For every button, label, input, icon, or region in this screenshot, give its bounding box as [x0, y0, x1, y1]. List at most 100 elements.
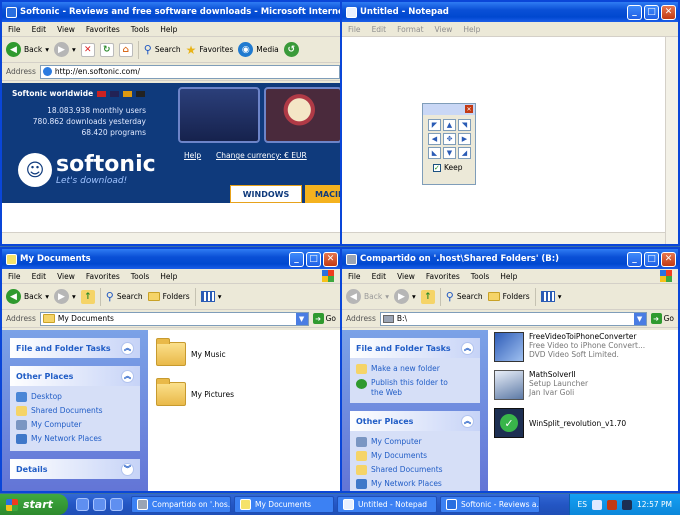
details-header[interactable]: Details ︾ — [10, 459, 140, 479]
close-icon[interactable]: ✕ — [465, 105, 473, 113]
network-tray-icon[interactable] — [592, 499, 602, 510]
search-button[interactable]: ⚲ Search — [446, 290, 483, 303]
arrow-down-right-icon[interactable]: ◢ — [458, 147, 471, 159]
home-icon[interactable]: ⌂ — [118, 42, 133, 57]
horizontal-scrollbar[interactable] — [2, 232, 340, 244]
chevron-up-icon[interactable]: ︽ — [461, 341, 474, 355]
ie-media-button[interactable]: ◉ Media — [238, 42, 279, 57]
ie-favorites-button[interactable]: ★ Favorites — [186, 43, 234, 57]
maximize-icon[interactable]: □ — [644, 251, 659, 267]
address-input[interactable]: B:\ ▼ — [379, 311, 647, 326]
mydocs-titlebar[interactable]: My Documents _ □ ✕ — [2, 249, 340, 269]
search-button[interactable]: ⚲ Search — [106, 290, 143, 303]
menu-help[interactable]: Help — [160, 272, 177, 281]
arrow-right-icon[interactable]: ▶ — [458, 133, 471, 145]
minimize-icon[interactable]: _ — [627, 4, 642, 20]
ie-search-button[interactable]: ⚲ Search — [144, 43, 181, 56]
back-button[interactable]: ◀ Back ▾ — [6, 289, 49, 304]
maximize-icon[interactable]: □ — [306, 251, 321, 267]
up-folder-icon[interactable]: ↑ — [80, 289, 95, 304]
ie-menu-tools[interactable]: Tools — [131, 25, 149, 34]
ie-forward-button[interactable]: ▶ ▾ — [53, 42, 76, 57]
file-item[interactable]: MathSolverII Setup Launcher Jan Ivar Gol… — [494, 370, 588, 400]
checkbox-checked-icon[interactable]: ✓ — [433, 163, 441, 172]
menu-file[interactable]: File — [8, 272, 21, 281]
tab-windows[interactable]: WINDOWS — [230, 185, 302, 203]
shared-window[interactable]: Compartido on '.host\Shared Folders' (B:… — [340, 247, 680, 493]
place-shared-documents[interactable]: Shared Documents — [356, 463, 474, 477]
arrow-center-icon[interactable]: ✥ — [443, 133, 456, 145]
notepad-menu-view[interactable]: View — [435, 25, 453, 34]
menu-favorites[interactable]: Favorites — [426, 272, 460, 281]
address-input[interactable]: My Documents ▼ — [39, 311, 309, 326]
chevron-down-icon[interactable]: ︾ — [121, 462, 134, 476]
taskbar-task-ie[interactable]: Softonic - Reviews a... — [440, 496, 540, 513]
start-button[interactable]: start — [0, 494, 68, 515]
clock[interactable]: 12:57 PM — [637, 500, 672, 509]
file-folder-tasks-header[interactable]: File and Folder Tasks ︽ — [350, 338, 480, 358]
menu-edit[interactable]: Edit — [372, 272, 387, 281]
menu-favorites[interactable]: Favorites — [86, 272, 120, 281]
maximize-icon[interactable]: □ — [644, 4, 659, 20]
chevron-up-icon[interactable]: ︽ — [121, 369, 134, 383]
currency-link[interactable]: Change currency: € EUR — [216, 151, 307, 160]
notepad-window[interactable]: Untitled - Notepad _ □ ✕ File Edit Forma… — [340, 0, 680, 246]
go-button[interactable]: ➜ Go — [312, 313, 336, 324]
views-button[interactable]: ▾ — [540, 291, 561, 302]
place-my-network-places[interactable]: My Network Places — [16, 432, 134, 446]
taskbar-task-notepad[interactable]: Untitled - Notepad — [337, 496, 437, 513]
file-item[interactable]: My Pictures — [156, 378, 234, 406]
notepad-text-area[interactable] — [342, 37, 678, 244]
place-shared-documents[interactable]: Shared Documents — [16, 404, 134, 418]
arrow-up-icon[interactable]: ▲ — [443, 119, 456, 131]
chevron-up-icon[interactable]: ︽ — [461, 414, 474, 428]
horizontal-scrollbar[interactable] — [342, 232, 665, 244]
menu-view[interactable]: View — [57, 272, 75, 281]
chevron-down-icon[interactable]: ▼ — [295, 312, 308, 325]
vertical-scrollbar[interactable] — [665, 37, 678, 244]
menu-view[interactable]: View — [397, 272, 415, 281]
softonic-logo[interactable]: ☺ softonic Let's download! — [18, 153, 156, 187]
language-indicator[interactable]: ES — [578, 500, 588, 509]
winsplit-panel[interactable]: ✕ ◤ ▲ ◥ ◀ ✥ ▶ ◣ ▼ ◢ ✓ Keep — [422, 103, 476, 185]
ie-address-input[interactable]: http://en.softonic.com/ — [39, 64, 340, 79]
back-button[interactable]: ◀ Back ▾ — [346, 289, 389, 304]
minimize-icon[interactable]: _ — [289, 251, 304, 267]
ie-menu-file[interactable]: File — [8, 25, 21, 34]
notepad-menu-format[interactable]: Format — [397, 25, 423, 34]
place-my-computer[interactable]: My Computer — [16, 418, 134, 432]
file-folder-tasks-header[interactable]: File and Folder Tasks ︽ — [10, 338, 140, 358]
close-icon[interactable]: ✕ — [661, 251, 676, 267]
softonic-worldwide[interactable]: Softonic worldwide — [12, 89, 146, 98]
menu-file[interactable]: File — [348, 272, 361, 281]
arrow-left-icon[interactable]: ◀ — [428, 133, 441, 145]
go-button[interactable]: ➜ Go — [650, 313, 674, 324]
other-places-header[interactable]: Other Places ︽ — [10, 366, 140, 386]
task-make-new-folder[interactable]: Make a new folder — [356, 362, 474, 376]
notepad-menu-help[interactable]: Help — [463, 25, 480, 34]
menu-tools[interactable]: Tools — [471, 272, 489, 281]
arrow-down-icon[interactable]: ▼ — [443, 147, 456, 159]
volume-tray-icon[interactable] — [607, 499, 617, 510]
menu-edit[interactable]: Edit — [32, 272, 47, 281]
other-places-header[interactable]: Other Places ︽ — [350, 411, 480, 431]
menu-help[interactable]: Help — [500, 272, 517, 281]
history-icon[interactable]: ↺ — [283, 42, 299, 57]
task-publish-folder[interactable]: Publish this folder to the Web — [356, 378, 474, 398]
ie-menu-favorites[interactable]: Favorites — [86, 25, 120, 34]
views-button[interactable]: ▾ — [200, 291, 221, 302]
desktop-quicklaunch-icon[interactable] — [110, 498, 123, 511]
arrow-up-right-icon[interactable]: ◥ — [458, 119, 471, 131]
place-my-network-places[interactable]: My Network Places — [356, 477, 474, 491]
file-item[interactable]: FreeVideoToiPhoneConverter Free Video to… — [494, 332, 645, 362]
file-item[interactable]: ✓ WinSplit_revolution_v1.70 — [494, 408, 626, 438]
tab-macintosh[interactable]: MACIN — [305, 185, 340, 203]
minimize-icon[interactable]: _ — [627, 251, 642, 267]
forward-button[interactable]: ▶ ▾ — [53, 289, 76, 304]
arrow-up-left-icon[interactable]: ◤ — [428, 119, 441, 131]
notepad-titlebar[interactable]: Untitled - Notepad _ □ ✕ — [342, 2, 678, 22]
place-my-computer[interactable]: My Computer — [356, 435, 474, 449]
ie-titlebar[interactable]: Softonic - Reviews and free software dow… — [2, 2, 340, 22]
folders-button[interactable]: Folders — [487, 292, 530, 301]
ie-quicklaunch-icon[interactable] — [76, 498, 89, 511]
